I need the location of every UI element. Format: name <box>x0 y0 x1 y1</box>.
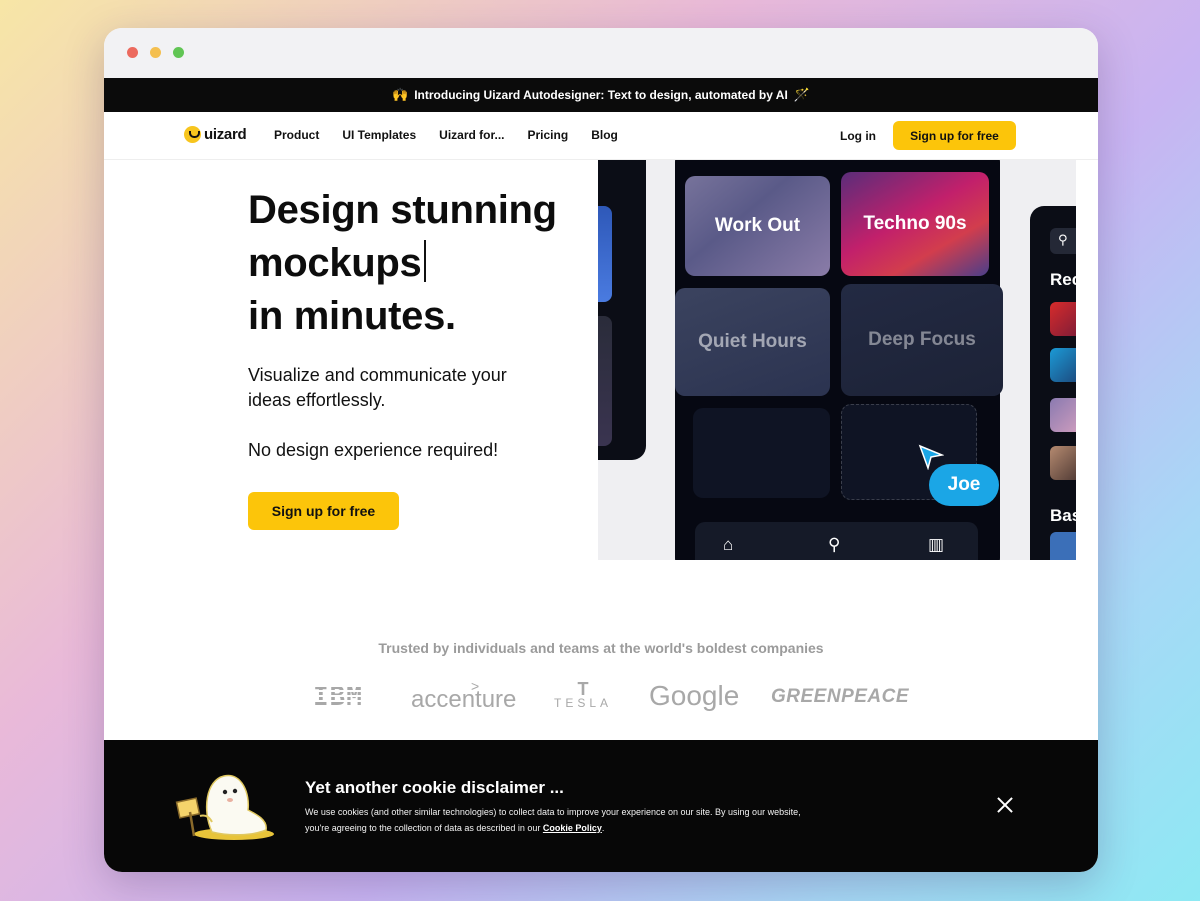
tesla-t-icon: T <box>577 679 589 699</box>
playlist-tile-empty <box>693 408 830 498</box>
left-phone-tile <box>598 206 612 302</box>
uizard-logo[interactable]: uizard <box>184 126 247 143</box>
ibm-logo: IBM <box>313 682 363 712</box>
album-thumb <box>1050 348 1076 382</box>
hero-subtitle-2: No design experience required! <box>248 440 499 460</box>
search-icon: ⚲ <box>1050 228 1076 254</box>
nav-signup-button[interactable]: Sign up for free <box>893 121 1016 150</box>
app-mockup-preview: Work Out Techno 90s Quiet Hours Deep Foc… <box>598 160 1076 560</box>
cookie-body: We use cookies (and other similar techno… <box>305 805 805 836</box>
right-phone-mockup: ⚲ Rec Bas <box>1030 206 1076 560</box>
collaborator-name-badge: Joe <box>929 464 999 506</box>
trusted-heading: Trusted by individuals and teams at the … <box>378 640 824 656</box>
browser-chrome <box>104 28 1098 78</box>
album-thumb <box>1050 398 1076 432</box>
headline-line-2: mockups <box>248 237 557 290</box>
maximize-window-button[interactable] <box>173 47 184 58</box>
album-thumb <box>1050 302 1076 336</box>
left-phone-mockup <box>598 160 646 460</box>
cookie-body-end: . <box>601 822 605 833</box>
hero-section: Design stunning mockups in minutes. Visu… <box>104 160 1098 560</box>
playlist-tile-work-out: Work Out <box>685 176 830 276</box>
seal-mascot-icon <box>175 774 274 840</box>
headline-line-1: Design stunning <box>248 188 557 232</box>
nav-link-uizard-for[interactable]: Uizard for... <box>439 128 504 142</box>
tesla-logo-text: TESLA <box>553 696 612 710</box>
company-logos: IBM accenture > T TESLA Google GREENPEACE <box>104 678 1098 718</box>
magic-wand-icon: 🪄 <box>793 87 810 102</box>
side-label: Bas <box>1050 506 1076 525</box>
hero-signup-button[interactable]: Sign up for free <box>248 492 399 530</box>
hero-headline: Design stunning mockups in minutes. <box>248 184 557 343</box>
accenture-logo: accenture > <box>411 678 517 714</box>
side-label: Rec <box>1050 270 1076 289</box>
nav-link-blog[interactable]: Blog <box>591 128 618 142</box>
top-navigation: uizard Product UI Templates Uizard for..… <box>104 112 1098 160</box>
nav-links: Product UI Templates Uizard for... Prici… <box>274 128 618 142</box>
announcement-text: Introducing Uizard Autodesigner: Text to… <box>414 88 788 102</box>
nav-link-ui-templates[interactable]: UI Templates <box>342 128 416 142</box>
typing-caret <box>423 240 426 282</box>
greenpeace-logo: GREENPEACE <box>771 686 910 707</box>
nav-link-pricing[interactable]: Pricing <box>528 128 569 142</box>
cookie-title: Yet another cookie disclaimer ... <box>305 778 564 797</box>
headline-typed-word: mockups <box>248 241 422 285</box>
playlist-tile-techno-90s: Techno 90s <box>841 172 989 276</box>
mockup-tab-bar: ⌂ ⚲ ▥ <box>695 522 978 560</box>
home-icon: ⌂ <box>723 535 734 554</box>
nav-link-product[interactable]: Product <box>274 128 319 142</box>
hero-subtitle: Visualize and communicate your ideas eff… <box>248 365 507 410</box>
headline-line-3: in minutes. <box>248 294 456 338</box>
album-thumb <box>1050 532 1076 560</box>
close-window-button[interactable] <box>127 47 138 58</box>
left-phone-tile <box>598 316 612 446</box>
tesla-logo: T TESLA <box>553 679 613 710</box>
raised-hands-icon: 🙌 <box>392 87 409 102</box>
minimize-window-button[interactable] <box>150 47 161 58</box>
browser-window: 🙌 Introducing Uizard Autodesigner: Text … <box>104 28 1098 872</box>
uizard-logo-icon <box>184 126 201 143</box>
library-book-icon: ▥ <box>928 535 945 554</box>
cookie-policy-link[interactable]: Cookie Policy <box>543 823 602 833</box>
accenture-logo-text: accenture <box>411 686 517 713</box>
announcement-bar[interactable]: 🙌 Introducing Uizard Autodesigner: Text … <box>104 78 1098 112</box>
accenture-chevron-icon: > <box>471 678 480 694</box>
playlist-tile-deep-focus: Deep Focus <box>841 284 1003 396</box>
album-thumb <box>1050 446 1076 480</box>
login-link[interactable]: Log in <box>840 129 876 143</box>
close-icon[interactable] <box>993 793 1017 817</box>
playlist-tile-quiet-hours: Quiet Hours <box>675 288 830 396</box>
logo-text: uizard <box>204 126 247 143</box>
search-icon: ⚲ <box>828 535 841 554</box>
cookie-banner: Yet another cookie disclaimer ... We use… <box>104 740 1098 872</box>
google-logo: Google <box>649 680 740 711</box>
